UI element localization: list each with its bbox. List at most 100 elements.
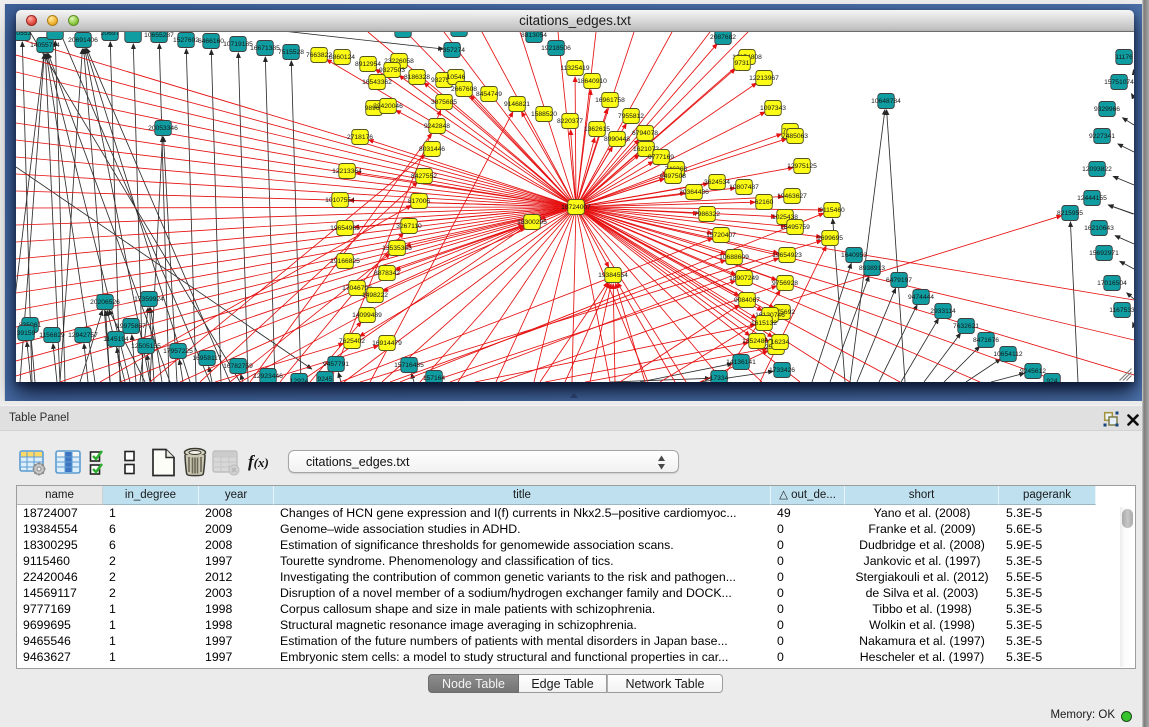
- svg-text:16958117: 16958117: [192, 355, 222, 362]
- svg-text:7515528: 7515528: [278, 49, 304, 56]
- svg-text:1156829: 1156829: [39, 332, 65, 339]
- svg-text:1167533: 1167533: [1109, 307, 1134, 314]
- svg-text:16914479: 16914479: [372, 340, 402, 347]
- svg-text:1097343: 1097343: [760, 105, 786, 112]
- svg-text:19654923: 19654923: [772, 252, 802, 259]
- svg-text:11176: 11176: [1115, 54, 1133, 61]
- svg-text:8878342: 8878342: [374, 270, 400, 277]
- svg-text:6479197: 6479197: [886, 277, 912, 284]
- svg-text:9245612: 9245612: [1020, 368, 1046, 375]
- svg-text:10807487: 10807487: [729, 184, 759, 191]
- svg-text:9474444: 9474444: [908, 294, 934, 301]
- svg-text:13535363: 13535363: [382, 245, 412, 252]
- svg-text:17957225: 17957225: [163, 348, 193, 355]
- svg-text:12975125: 12975125: [787, 163, 817, 170]
- svg-text:10688609: 10688609: [719, 254, 749, 261]
- svg-text:7357274: 7357274: [439, 47, 465, 54]
- svg-text:12923446: 12923446: [253, 373, 283, 380]
- svg-text:22420046: 22420046: [373, 103, 403, 110]
- svg-text:19166825: 19166825: [330, 258, 360, 265]
- svg-text:15751074: 15751074: [1104, 79, 1134, 86]
- svg-text:7485063: 7485063: [782, 133, 808, 140]
- svg-text:62160: 62160: [755, 199, 774, 206]
- svg-text:18724007: 18724007: [561, 204, 591, 211]
- svg-text:16543362: 16543362: [362, 79, 392, 86]
- svg-text:10546: 10546: [447, 74, 466, 81]
- svg-text:7632621: 7632621: [953, 323, 979, 330]
- svg-text:18495759: 18495759: [780, 224, 810, 231]
- svg-text:3267110: 3267110: [396, 223, 422, 230]
- svg-text:7955812: 7955812: [618, 113, 644, 120]
- svg-text:8912954: 8912954: [355, 61, 381, 68]
- svg-text:20053346: 20053346: [148, 125, 178, 132]
- svg-text:2087682: 2087682: [710, 34, 736, 41]
- svg-text:1733426: 1733426: [769, 367, 795, 374]
- svg-text:9146821: 9146821: [504, 101, 530, 108]
- svg-text:9699695: 9699695: [817, 235, 843, 242]
- svg-text:1145194: 1145194: [103, 336, 129, 343]
- svg-text:9242848: 9242848: [424, 123, 450, 130]
- svg-text:17016504: 17016504: [1097, 280, 1127, 287]
- svg-text:16210643: 16210643: [1084, 225, 1114, 232]
- svg-text:12444155: 12444155: [1077, 195, 1107, 202]
- svg-text:12093822: 12093822: [1082, 166, 1112, 173]
- svg-text:6497508: 6497508: [660, 173, 686, 180]
- svg-text:8031446: 8031446: [419, 146, 445, 153]
- svg-text:10107554: 10107554: [325, 197, 355, 204]
- svg-text:9756928: 9756928: [772, 280, 798, 287]
- svg-text:9084067: 9084067: [734, 297, 760, 304]
- svg-text:20697: 20697: [101, 32, 120, 37]
- svg-text:8186328: 8186328: [404, 74, 430, 81]
- svg-text:8220377: 8220377: [557, 118, 583, 125]
- svg-text:18640910: 18640910: [577, 78, 607, 85]
- svg-text:19384554: 19384554: [598, 272, 628, 279]
- svg-text:20691406: 20691406: [68, 37, 98, 44]
- svg-text:8427552: 8427552: [411, 173, 437, 180]
- svg-text:14099489: 14099489: [352, 312, 382, 319]
- svg-text:1615132: 1615132: [751, 320, 777, 327]
- svg-text:7986322: 7986322: [694, 211, 720, 218]
- svg-text:10553: 10553: [16, 32, 32, 37]
- svg-text:9115460: 9115460: [819, 207, 845, 214]
- svg-text:12213364: 12213364: [332, 168, 362, 175]
- svg-text:15692971: 15692971: [1089, 250, 1119, 257]
- svg-text:1362615: 1362615: [584, 126, 610, 133]
- svg-text:8454749: 8454749: [476, 91, 502, 98]
- svg-text:20364436: 20364436: [679, 189, 709, 196]
- svg-text:14136141: 14136141: [726, 359, 756, 366]
- svg-text:17359924: 17359924: [134, 296, 164, 303]
- svg-text:12213967: 12213967: [749, 75, 779, 82]
- svg-text:11325419: 11325419: [560, 65, 590, 72]
- svg-text:16782759: 16782759: [223, 363, 253, 370]
- svg-text:14055714: 14055714: [30, 42, 60, 49]
- svg-text:3875685: 3875685: [431, 99, 457, 106]
- svg-text:19975867: 19975867: [116, 323, 146, 330]
- svg-text:12924: 12924: [290, 378, 309, 382]
- svg-text:1527602: 1527602: [173, 37, 199, 44]
- svg-text:6466160: 6466160: [198, 38, 224, 45]
- svg-text:9777169: 9777169: [648, 154, 674, 161]
- svg-text:10654112: 10654112: [993, 351, 1023, 358]
- svg-text:16961758: 16961758: [595, 97, 625, 104]
- svg-text:9457791: 9457791: [323, 361, 349, 368]
- svg-text:15720407: 15720407: [706, 232, 736, 239]
- svg-text:3624534: 3624534: [704, 179, 730, 186]
- svg-text:16033809: 16033809: [388, 32, 418, 34]
- svg-text:2667608: 2667608: [451, 86, 477, 93]
- svg-text:17334: 17334: [710, 375, 729, 382]
- svg-text:20206526: 20206526: [90, 299, 120, 306]
- svg-text:9227341: 9227341: [1089, 133, 1115, 140]
- svg-text:817006: 817006: [408, 198, 431, 205]
- svg-text:7625402: 7625402: [339, 338, 365, 345]
- svg-text:12942757: 12942757: [68, 332, 98, 339]
- svg-text:18907249: 18907249: [729, 275, 759, 282]
- svg-text:8215955: 8215955: [1057, 210, 1083, 217]
- svg-text:10648784: 10648784: [871, 98, 901, 105]
- svg-text:924: 924: [1046, 378, 1057, 382]
- svg-text:16234: 16234: [771, 339, 790, 346]
- svg-text:19654965: 19654965: [330, 225, 360, 232]
- svg-text:2933114: 2933114: [930, 308, 956, 315]
- svg-text:1498222: 1498222: [362, 292, 388, 299]
- svg-text:8860124: 8860124: [329, 54, 355, 61]
- svg-text:19218506: 19218506: [541, 45, 571, 52]
